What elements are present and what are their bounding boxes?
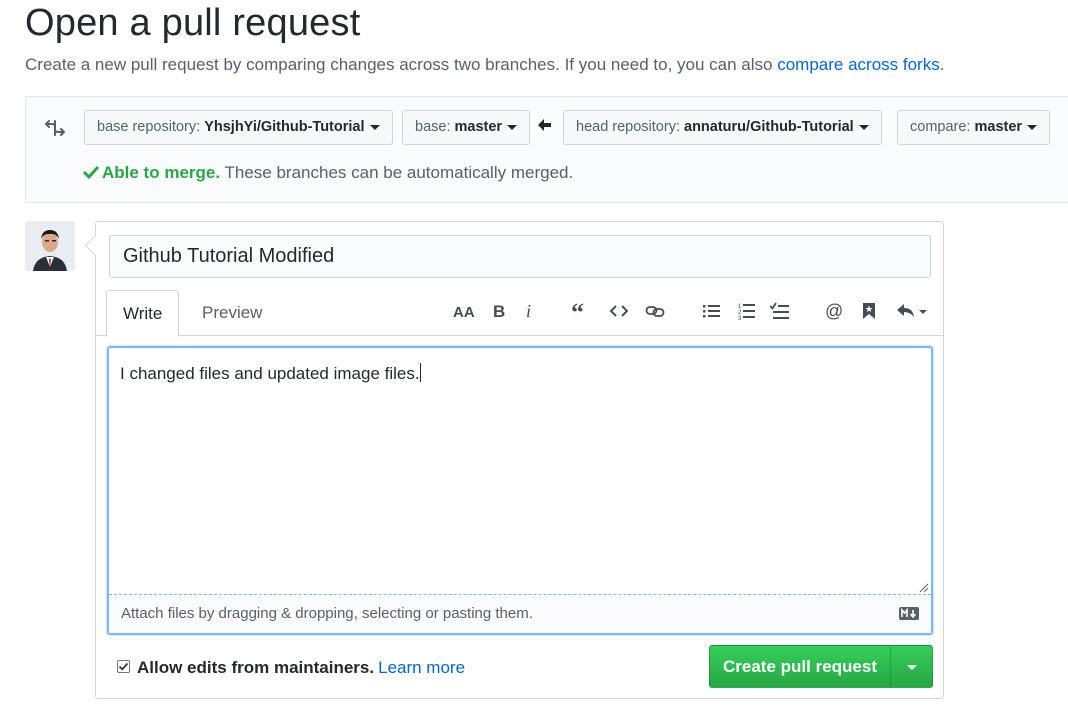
page-subtitle: Create a new pull request by comparing c… xyxy=(25,55,944,75)
allow-edits-label: Allow edits from maintainers. xyxy=(137,658,375,677)
attach-hint: Attach files by dragging & dropping, sel… xyxy=(121,605,533,622)
chevron-down-icon xyxy=(907,665,917,670)
mention-icon[interactable]: @ xyxy=(822,300,846,322)
svg-text:i: i xyxy=(526,303,531,319)
chevron-down-icon xyxy=(1027,124,1038,130)
create-options-dropdown[interactable] xyxy=(890,645,933,688)
allow-edits-row: Allow edits from maintainers. Learn more xyxy=(117,658,465,678)
merge-status: Able to merge. These branches can be aut… xyxy=(83,163,573,183)
text-size-icon[interactable]: AA xyxy=(451,300,477,322)
page: Open a pull request Create a new pull re… xyxy=(0,0,1068,728)
bullet-list-icon[interactable] xyxy=(700,300,724,322)
page-title: Open a pull request xyxy=(25,2,361,44)
arrow-left-icon xyxy=(538,119,551,131)
merge-status-text: These branches can be automatically merg… xyxy=(220,163,574,182)
tab-write[interactable]: Write xyxy=(106,290,180,337)
svg-text:3: 3 xyxy=(738,316,742,320)
pr-body-textarea[interactable]: I changed files and updated image files.… xyxy=(107,346,933,635)
head-repository-label: head repository: xyxy=(576,119,685,135)
pr-body-value: I changed files and updated image files. xyxy=(120,364,420,383)
base-repository-value: YhsjhYi/Github-Tutorial xyxy=(204,119,365,135)
subtitle-text: Create a new pull request by comparing c… xyxy=(25,55,778,74)
compare-branch-value: master xyxy=(974,119,1023,135)
checkmark-icon xyxy=(118,662,129,671)
chevron-down-icon xyxy=(858,124,869,130)
base-repository-label: base repository: xyxy=(97,119,205,135)
avatar-image xyxy=(25,221,75,271)
allow-edits-checkbox[interactable] xyxy=(117,660,130,673)
chevron-down-icon xyxy=(507,124,518,130)
numbered-list-icon[interactable]: 123 xyxy=(735,300,759,322)
head-repository-value: annaturu/Github-Tutorial xyxy=(684,119,854,135)
resize-handle-icon[interactable] xyxy=(919,583,929,593)
range-editor: base repository: YhsjhYi/Github-Tutorial… xyxy=(25,96,1068,203)
avatar[interactable] xyxy=(25,221,75,271)
svg-text:@: @ xyxy=(825,302,843,320)
svg-text:AA: AA xyxy=(453,304,475,319)
text-cursor xyxy=(419,363,421,382)
pr-title-input[interactable]: Github Tutorial Modified xyxy=(109,235,931,278)
markdown-icon[interactable] xyxy=(899,607,919,620)
file-attach-zone[interactable]: Attach files by dragging & dropping, sel… xyxy=(109,594,931,633)
tab-preview[interactable]: Preview xyxy=(186,290,278,337)
code-icon[interactable] xyxy=(607,300,631,322)
base-repository-button[interactable]: base repository: YhsjhYi/Github-Tutorial xyxy=(84,110,393,145)
compare-across-forks-link[interactable]: compare across forks xyxy=(777,55,940,74)
pr-body-text: I changed files and updated image files. xyxy=(120,363,421,384)
create-pull-request-button[interactable]: Create pull request xyxy=(709,645,891,688)
quote-icon[interactable]: “ xyxy=(568,300,592,322)
saved-reply-icon[interactable] xyxy=(857,300,881,322)
bold-icon[interactable]: B xyxy=(487,300,511,322)
link-icon[interactable] xyxy=(643,300,667,322)
subtitle-end: . xyxy=(939,55,945,74)
chevron-down-icon xyxy=(369,124,380,130)
check-icon xyxy=(83,165,99,179)
learn-more-link[interactable]: Learn more xyxy=(378,658,465,677)
merge-ok-text: Able to merge. xyxy=(102,163,221,182)
compare-icon xyxy=(45,120,65,136)
compare-branch-button[interactable]: compare: master xyxy=(897,110,1051,145)
base-branch-value: master xyxy=(454,119,503,135)
svg-text:B: B xyxy=(493,303,505,319)
compare-branch-label: compare: xyxy=(910,119,975,135)
task-list-icon[interactable] xyxy=(768,300,792,322)
base-branch-button[interactable]: base: master xyxy=(402,110,531,145)
head-repository-button[interactable]: head repository: annaturu/Github-Tutoria… xyxy=(563,110,882,145)
base-branch-label: base: xyxy=(415,119,455,135)
pull-request-form: Github Tutorial Modified Write Preview A… xyxy=(95,221,944,699)
svg-text:“: “ xyxy=(571,303,584,319)
reply-icon[interactable] xyxy=(894,300,930,322)
italic-icon[interactable]: i xyxy=(518,300,542,322)
